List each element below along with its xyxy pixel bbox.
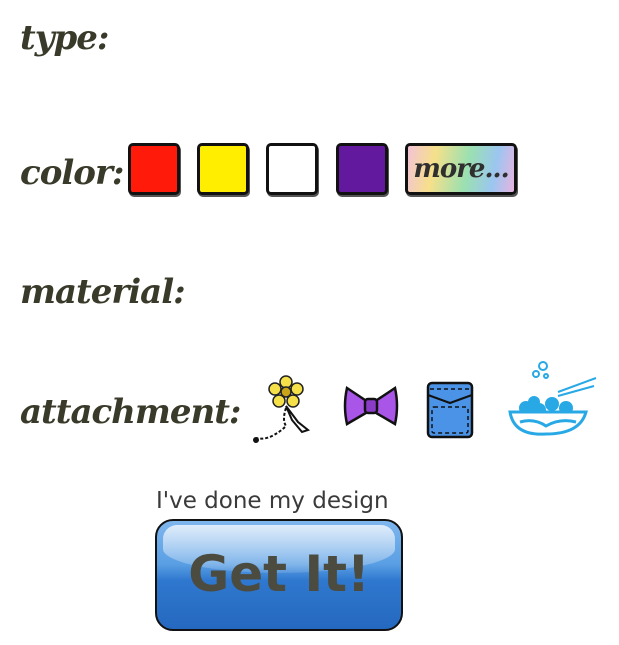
attachment-label: attachment: — [20, 392, 241, 432]
bow-icon[interactable] — [343, 384, 399, 428]
done-design-text: I've done my design — [156, 488, 389, 514]
more-colors-button[interactable]: more... — [405, 143, 517, 195]
flower-charm-icon[interactable] — [246, 370, 318, 450]
pocket-icon[interactable] — [426, 381, 474, 439]
color-swatch-red[interactable] — [128, 143, 180, 195]
material-label: material: — [20, 272, 186, 312]
bubble-bowl-icon[interactable] — [506, 360, 598, 438]
get-it-label: Get It! — [188, 545, 370, 603]
color-label: color: — [20, 153, 124, 193]
get-it-button[interactable]: Get It! — [155, 519, 403, 631]
more-colors-label: more... — [413, 154, 509, 184]
color-swatch-yellow[interactable] — [197, 143, 249, 195]
color-swatch-purple[interactable] — [336, 143, 388, 195]
color-swatch-white[interactable] — [266, 143, 318, 195]
type-label: type: — [20, 18, 109, 58]
